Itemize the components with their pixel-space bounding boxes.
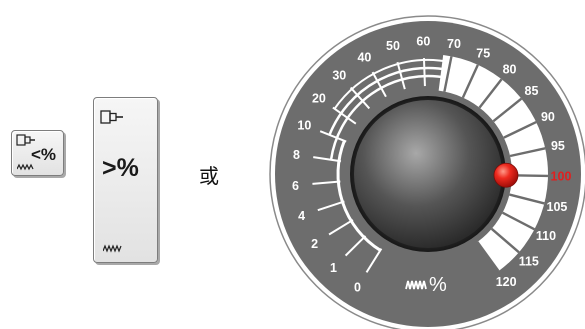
scale-label-80: 80: [503, 62, 517, 76]
scale-label-10: 10: [297, 118, 311, 132]
scale-label-50: 50: [386, 39, 400, 53]
scale-label-120: 120: [496, 275, 517, 289]
scale-label-70: 70: [447, 37, 461, 51]
scale-label-85: 85: [525, 84, 539, 98]
scale-label-0: 0: [354, 280, 361, 294]
dial-unit-label: %: [429, 274, 447, 296]
scale-label-105: 105: [547, 200, 568, 214]
scale-label-8: 8: [293, 148, 300, 162]
scale-label-60: 60: [416, 35, 430, 49]
scale-label-20: 20: [312, 91, 326, 105]
scale-label-6: 6: [292, 179, 299, 193]
scale-label-4: 4: [298, 209, 305, 223]
scale-label-2: 2: [311, 237, 318, 251]
scale-label-95: 95: [551, 139, 565, 153]
scale-label-75: 75: [476, 47, 490, 61]
scale-label-115: 115: [519, 254, 539, 268]
scale-label-110: 110: [536, 229, 556, 243]
feed-override-dial[interactable]: 0 124 6 8 1020 30 40 50 60 70 75 80 8590 95 100 105 110 1…: [0, 0, 585, 329]
dial-indicator: [493, 162, 519, 188]
scale-label-90: 90: [541, 110, 555, 124]
scale-tick: [422, 58, 426, 87]
scale-label-30: 30: [332, 68, 346, 82]
scale-label-40: 40: [357, 51, 371, 65]
scale-label-1: 1: [330, 261, 337, 275]
dial-knob[interactable]: [354, 100, 502, 248]
scale-label-100: 100: [551, 170, 572, 184]
